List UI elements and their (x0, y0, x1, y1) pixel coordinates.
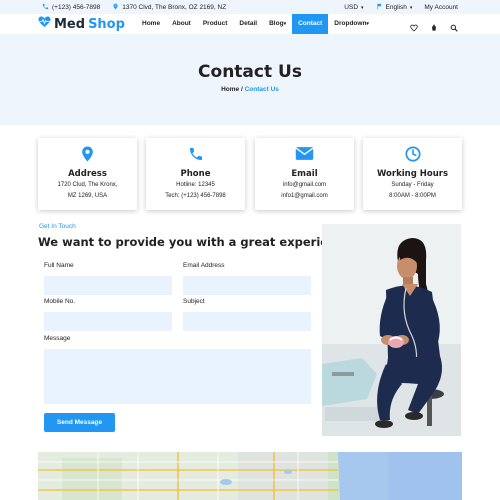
card-line: 1720 Clud, The Kronx, (57, 182, 118, 188)
breadcrumb-home[interactable]: Home (221, 86, 239, 93)
chevron-down-icon: ▾ (283, 21, 287, 27)
message-label: Message (44, 335, 71, 342)
my-account-link[interactable]: My Account (424, 4, 458, 11)
currency-dropdown[interactable]: USD ▾ (344, 4, 363, 11)
location-map[interactable] (38, 452, 462, 500)
topbar-address: 1370 Clvd, The Bronx, OZ 2169, NZ (112, 3, 226, 12)
logo[interactable]: Med Shop (38, 16, 125, 32)
logo-text-shop: Shop (88, 16, 125, 32)
card-title: Address (68, 169, 107, 179)
nav-dropdown[interactable]: Dropdown▾ (328, 14, 375, 34)
nav-product[interactable]: Product (197, 14, 234, 34)
logo-text-med: Med (54, 16, 86, 32)
main-header: Med Shop Home About Product Detail Blog▾… (0, 14, 500, 34)
nav-home[interactable]: Home (136, 14, 166, 34)
mobile-label: Mobile No. (44, 298, 76, 305)
subject-input[interactable] (183, 312, 311, 331)
section-eyebrow: Get In Touch (39, 223, 76, 230)
email-icon (295, 146, 314, 162)
email-input[interactable] (183, 276, 311, 295)
page-title: Contact Us (198, 62, 302, 82)
nav-contact[interactable]: Contact (292, 14, 329, 34)
map-pin-icon (81, 146, 94, 162)
working-hours-card: Working Hours Sunday - Friday 8:00AM - 8… (363, 138, 462, 210)
card-line: info1@gmail.com (281, 193, 328, 199)
chevron-down-icon: ▾ (361, 4, 364, 11)
message-textarea[interactable] (44, 349, 311, 404)
card-title: Phone (180, 169, 211, 179)
card-line: Hotline: 12345 (176, 182, 215, 188)
language-dropdown[interactable]: English ▾ (376, 3, 413, 12)
contact-info-cards: Address 1720 Clud, The Kronx, MZ 1269, U… (38, 138, 462, 210)
main-nav: Home About Product Detail Blog▾ Contact … (136, 14, 375, 34)
email-label: Email Address (183, 262, 225, 269)
phone-card: Phone Hotline: 12345 Tech: (+123) 456-78… (146, 138, 245, 210)
address-card: Address 1720 Clud, The Kronx, MZ 1269, U… (38, 138, 137, 210)
currency-label: USD (344, 4, 359, 11)
nav-dropdown-label: Dropdown (334, 20, 367, 27)
topbar-phone[interactable]: (+123) 456-7898 (42, 3, 100, 12)
nav-detail[interactable]: Detail (233, 14, 263, 34)
subject-label: Subject (183, 298, 205, 305)
card-line: 8:00AM - 8:00PM (389, 193, 436, 199)
phone-icon (42, 3, 49, 12)
card-line: MZ 1269, USA (67, 193, 108, 199)
full-name-input[interactable] (44, 276, 172, 295)
flag-icon (376, 3, 383, 12)
email-card: Email info@gmail.com info1@gmail.com (255, 138, 354, 210)
topbar-address-text: 1370 Clvd, The Bronx, OZ 2169, NZ (122, 4, 227, 11)
nav-blog-label: Blog (269, 20, 284, 27)
mobile-input[interactable] (44, 312, 172, 331)
breadcrumb-separator: / (240, 86, 243, 93)
chevron-down-icon: ▾ (366, 21, 369, 27)
language-label: English (385, 4, 407, 11)
clock-icon (404, 146, 421, 162)
breadcrumb: Home / Contact Us (0, 86, 500, 93)
send-message-button[interactable]: Send Message (44, 413, 115, 432)
card-title: Email (291, 169, 318, 179)
section-heading: We want to provide you with a great expe… (38, 235, 351, 249)
contact-photo (322, 224, 461, 436)
card-line: info@gmail.com (282, 182, 327, 188)
card-title: Working Hours (376, 169, 449, 179)
card-line: Tech: (+123) 456-7898 (165, 193, 226, 199)
breadcrumb-current: Contact Us (244, 86, 279, 93)
phone-icon (188, 146, 204, 162)
nav-about[interactable]: About (166, 14, 197, 34)
top-bar: (+123) 456-7898 1370 Clvd, The Bronx, OZ… (0, 0, 500, 14)
nav-blog[interactable]: Blog▾ (263, 14, 292, 34)
chevron-down-icon: ▾ (409, 4, 413, 11)
heartbeat-icon (38, 16, 51, 32)
card-line: Sunday - Friday (391, 182, 434, 188)
full-name-label: Full Name (44, 262, 74, 269)
page-banner: Contact Us Home / Contact Us (0, 34, 500, 125)
topbar-phone-text: (+123) 456-7898 (52, 4, 101, 11)
map-pin-icon (112, 3, 119, 12)
